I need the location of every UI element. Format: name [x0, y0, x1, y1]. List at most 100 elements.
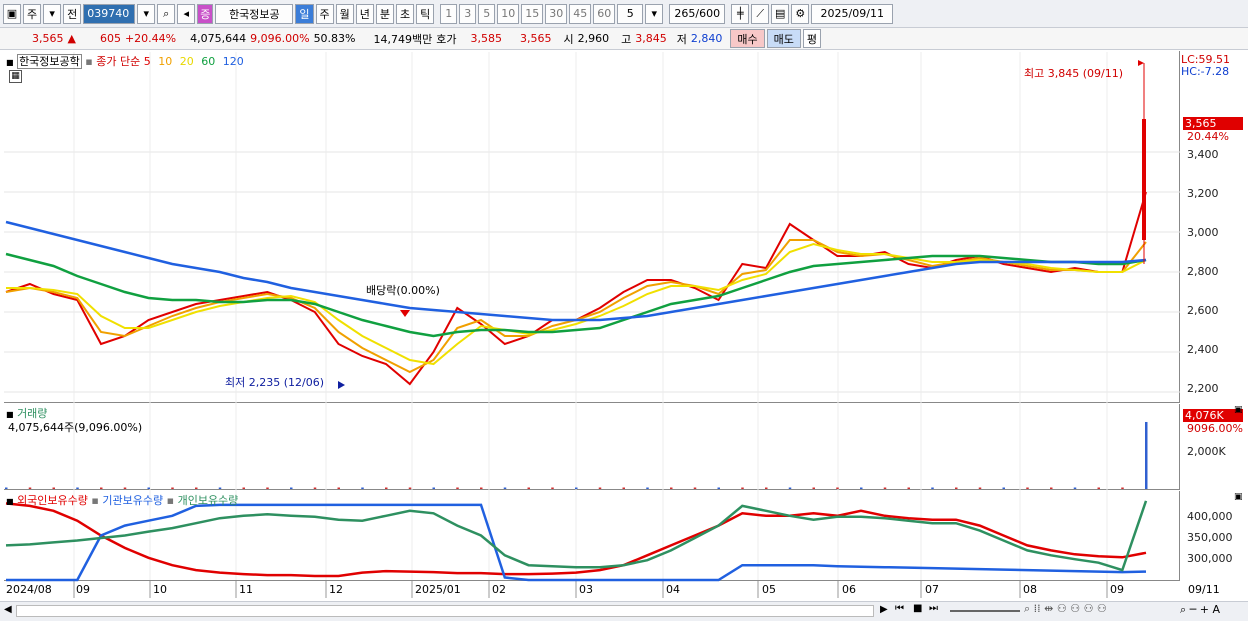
volume-bar — [337, 487, 340, 489]
zoom-in-icon[interactable]: ⌕ ─ + A — [1180, 603, 1220, 617]
x-label: 08 — [1023, 583, 1037, 596]
legend-ma-label: 종가 단순 — [96, 55, 141, 68]
pct-tag: 20.44% — [1187, 130, 1229, 143]
volume-bar — [622, 487, 625, 489]
dividend-arrow-icon — [400, 310, 410, 317]
volume-tick: 2,000K — [1187, 445, 1226, 458]
volume-bar — [646, 487, 649, 489]
volume-bar — [432, 487, 435, 489]
first-page-icon[interactable]: ⏮ — [895, 603, 904, 614]
x-label: 2024/08 — [6, 583, 52, 596]
volume-bar — [266, 487, 269, 489]
flow-legend: ■ 외국인보유수량 ▪ 기관보유수량 ▪ 개인보유수량 — [6, 492, 238, 508]
low-annotation: 최저 2,235 (12/06) — [225, 376, 325, 389]
x-label: 09/11 — [1188, 583, 1220, 596]
table-icon[interactable]: ▦ — [9, 70, 22, 83]
x-label: 11 — [239, 583, 253, 596]
volume-bar — [123, 487, 127, 489]
x-label: 09 — [76, 583, 90, 596]
scrollbar[interactable] — [16, 605, 874, 617]
volume-bar — [52, 487, 55, 489]
volume-bar — [812, 487, 815, 489]
legend-square-icon: ■ — [6, 58, 14, 67]
legend-name: 한국정보공학 — [17, 54, 82, 69]
volume-bar — [693, 487, 697, 489]
hc-label: HC:-7.28 — [1181, 65, 1230, 78]
flow-tick: 350,000 — [1187, 531, 1233, 544]
high-annotation: 최고 3,845 (09/11) — [1024, 67, 1124, 80]
stop-icon[interactable]: ■ — [913, 603, 922, 614]
scroll-left-icon[interactable]: ◀ — [4, 604, 12, 615]
volume-bar — [598, 487, 602, 489]
scroll-right-icon[interactable]: ▶ — [880, 604, 888, 615]
volume-bar — [741, 487, 744, 489]
legend-square-icon: ▪ — [85, 55, 93, 68]
legend-ma5: 5 — [143, 55, 151, 68]
volume-bar — [1145, 421, 1148, 489]
legend-ma120: 120 — [222, 55, 244, 68]
volume-bar — [670, 487, 673, 489]
price-tick: 3,200 — [1187, 187, 1219, 200]
zoom-icon[interactable]: ⌕ ⁞⁞ ⇹ ⚇ ⚇ ⚇ ⚇ — [1024, 602, 1107, 616]
volume-bar — [218, 487, 222, 489]
volume-bar — [100, 487, 103, 489]
flow-tick: 300,000 — [1187, 552, 1233, 565]
x-label: 02 — [492, 583, 506, 596]
last-page-icon[interactable]: ⏭ — [929, 603, 938, 614]
legend-square-icon: ■ — [6, 497, 14, 506]
volume-bar — [1073, 487, 1077, 489]
volume-bar — [883, 487, 887, 489]
volume-bar — [242, 487, 245, 489]
volume-bar — [361, 487, 364, 489]
volume-bar — [955, 487, 958, 489]
volume-bar — [527, 487, 530, 489]
volume-bar — [313, 487, 317, 489]
close-icon[interactable]: ▣ — [1234, 405, 1243, 415]
volume-bar — [456, 487, 459, 489]
close-icon[interactable]: ▣ — [1234, 492, 1243, 502]
volume-text: 4,075,644주(9,096.00%) — [8, 421, 143, 434]
volume-bar — [480, 487, 483, 489]
dividend-annotation: 배당락(0.00%) — [366, 284, 440, 297]
x-label: 03 — [579, 583, 593, 596]
volume-bar — [76, 487, 79, 489]
volume-bar — [385, 487, 388, 489]
volume-bar — [503, 487, 507, 489]
x-label: 12 — [329, 583, 343, 596]
volume-bar — [1050, 487, 1053, 489]
legend-ma60: 60 — [201, 55, 216, 68]
flow-legend-indiv: 개인보유수량 — [177, 494, 239, 507]
volume-bar — [978, 487, 982, 489]
x-label: 2025/01 — [415, 583, 461, 596]
volume-pct-tag: 9096.00% — [1187, 422, 1243, 435]
volume-bar — [765, 487, 768, 489]
price-tag: 3,565 — [1183, 117, 1243, 130]
zoom-slider[interactable] — [950, 610, 1020, 612]
legend-square-icon: ▪ — [91, 494, 99, 507]
price-tick: 2,600 — [1187, 304, 1219, 317]
price-tick: 3,000 — [1187, 226, 1219, 239]
low-arrow-icon — [338, 381, 345, 389]
flow-legend-foreign: 외국인보유수량 — [17, 494, 88, 507]
volume-bar — [1026, 487, 1029, 489]
x-label: 06 — [842, 583, 856, 596]
price-tick: 3,400 — [1187, 148, 1219, 161]
chart-svg — [4, 52, 1180, 598]
price-tick: 2,800 — [1187, 265, 1219, 278]
price-legend: ■ 한국정보공학 ▪ 종가 단순 5 10 20 60 120 — [6, 53, 244, 69]
legend-ma10: 10 — [158, 55, 173, 68]
volume-bar — [551, 487, 554, 489]
x-label: 05 — [762, 583, 776, 596]
volume-bar — [907, 487, 910, 489]
legend-ma20: 20 — [179, 55, 194, 68]
volume-bar — [408, 487, 412, 489]
price-tick: 2,400 — [1187, 343, 1219, 356]
x-label: 10 — [153, 583, 167, 596]
price-tick: 2,200 — [1187, 382, 1219, 395]
volume-bar — [836, 487, 839, 489]
flow-tick: 400,000 — [1187, 510, 1233, 523]
volume-bar — [1002, 487, 1005, 489]
volume-bar — [5, 487, 8, 489]
volume-bar — [860, 487, 863, 489]
volume-bar — [717, 487, 720, 489]
